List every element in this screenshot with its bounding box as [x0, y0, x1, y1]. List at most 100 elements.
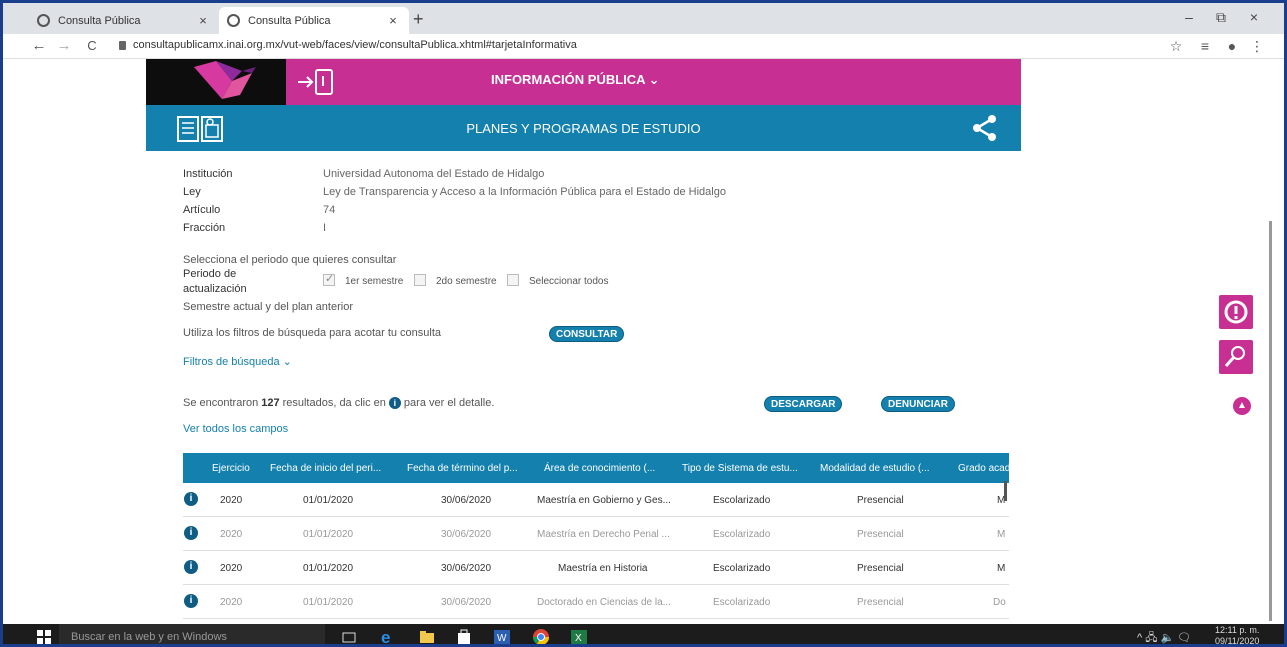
column-header[interactable]: Modalidad de estudio (... [820, 463, 930, 474]
tab-close-icon[interactable]: × [195, 13, 211, 28]
cell-inicio: 01/01/2020 [303, 597, 354, 608]
cell-modalidad: Presencial [857, 563, 904, 574]
period-note: Semestre actual y del plan anterior [183, 301, 353, 313]
view-all-fields-link[interactable]: Ver todos los campos [183, 423, 288, 435]
profile-icon[interactable]: ● [1223, 38, 1241, 54]
store-icon[interactable] [454, 627, 474, 647]
edge-icon[interactable]: e [378, 627, 398, 647]
institution-value: Universidad Autonoma del Estado de Hidal… [323, 168, 545, 180]
section-header: PLANES Y PROGRAMAS DE ESTUDIO [146, 105, 1021, 151]
chrome-icon[interactable] [531, 627, 551, 647]
column-header[interactable]: Fecha de término del p... [407, 463, 518, 474]
windows-taskbar: Buscar en la web y en Windows e W X ^ 🖧 … [3, 624, 1284, 647]
cell-inicio: 01/01/2020 [303, 563, 354, 574]
cell-ejercicio: 2020 [220, 597, 243, 608]
results-count: 127 [261, 397, 280, 409]
cell-modalidad: Presencial [857, 495, 904, 506]
alert-button[interactable] [1219, 295, 1253, 329]
browser-tab-strip: Consulta Pública × Consulta Pública × + … [3, 3, 1284, 34]
scroll-up-button[interactable]: ▲ [1233, 397, 1251, 415]
article-value: 74 [323, 204, 336, 216]
fraction-value: I [323, 222, 327, 234]
reload-button[interactable]: C [83, 38, 101, 53]
table-row[interactable]: i 2020 01/01/2020 30/06/2020 Maestría en… [183, 517, 1009, 551]
column-header[interactable]: Tipo de Sistema de estu... [682, 463, 798, 474]
consult-button[interactable]: CONSULTAR [549, 326, 625, 342]
window-close-button[interactable]: × [1244, 9, 1264, 25]
table-scrollbar[interactable] [1004, 481, 1007, 501]
table-row[interactable]: i 2020 01/01/2020 30/06/2020 Maestría en… [183, 483, 1009, 517]
results-summary: Se encontraron 127 resultados, da clic e… [183, 397, 494, 409]
cell-grado: Do [993, 597, 1006, 608]
page-title: PLANES Y PROGRAMAS DE ESTUDIO [466, 121, 701, 136]
browser-menu-icon[interactable]: ⋮ [1248, 38, 1266, 55]
lock-icon [119, 41, 126, 50]
share-icon[interactable] [971, 114, 999, 142]
back-button[interactable]: ← [30, 37, 48, 54]
filter-hint: Utiliza los filtros de búsqueda para aco… [183, 327, 442, 339]
row-detail-icon[interactable]: i [184, 560, 198, 574]
row-detail-icon[interactable]: i [184, 492, 198, 506]
info-publica-menu[interactable]: INFORMACIÓN PÚBLICA ⌄ [491, 72, 660, 88]
law-label: Ley [183, 186, 201, 198]
alert-icon [1224, 300, 1248, 324]
task-view-icon[interactable] [339, 627, 359, 647]
column-header[interactable]: Fecha de inicio del peri... [270, 463, 381, 474]
word-icon[interactable]: W [492, 627, 512, 647]
select-all-checkbox[interactable] [507, 274, 519, 286]
url-field[interactable]: consultapublicamx.inai.org.mx/vut-web/fa… [133, 39, 577, 51]
taskbar-clock[interactable]: 12:11 p. m. 09/11/2020 [1215, 625, 1259, 644]
column-header[interactable]: Ejercicio [212, 463, 250, 474]
cell-area: Maestría en Gobierno y Ges... [537, 495, 671, 506]
cell-ejercicio: 2020 [220, 529, 243, 540]
column-header[interactable]: Área de conocimiento (... [544, 463, 655, 474]
table-row[interactable]: i 2020 01/01/2020 30/06/2020 Doctorado e… [183, 585, 1009, 619]
site-logo[interactable] [146, 59, 286, 105]
row-detail-icon[interactable]: i [184, 594, 198, 608]
tab-close-icon[interactable]: × [385, 13, 401, 28]
first-semester-checkbox[interactable] [323, 272, 335, 286]
cell-sistema: Escolarizado [713, 495, 771, 506]
cell-inicio: 01/01/2020 [303, 495, 354, 506]
table-row[interactable]: i 2020 01/01/2020 30/06/2020 Maestría en… [183, 551, 1009, 585]
second-semester-checkbox[interactable] [414, 274, 426, 286]
second-semester-label: 2do semestre [436, 276, 497, 287]
cell-area: Maestría en Derecho Penal ... [537, 529, 670, 540]
cell-ejercicio: 2020 [220, 495, 243, 506]
cell-modalidad: Presencial [857, 529, 904, 540]
results-suffix: resultados, da clic en [282, 397, 386, 409]
download-button[interactable]: DESCARGAR [764, 396, 843, 412]
info-icon: i [388, 397, 401, 409]
row-detail-icon[interactable]: i [184, 526, 198, 540]
minimize-button[interactable]: – [1179, 9, 1199, 25]
report-button[interactable]: DENUNCIAR [881, 396, 955, 412]
restore-button[interactable]: ⧉ [1211, 9, 1231, 26]
file-explorer-icon[interactable] [417, 627, 437, 647]
browser-address-bar: ← → C consultapublicamx.inai.org.mx/vut-… [3, 34, 1284, 59]
excel-icon[interactable]: X [569, 627, 589, 647]
search-filters-toggle[interactable]: Filtros de búsqueda ⌄ [183, 355, 292, 368]
cell-termino: 30/06/2020 [441, 597, 492, 608]
new-tab-button[interactable]: + [413, 9, 424, 30]
browser-tab-active[interactable]: Consulta Pública × [219, 7, 409, 34]
reading-list-icon[interactable]: ≡ [1196, 38, 1214, 54]
site-header: INFORMACIÓN PÚBLICA ⌄ [146, 59, 1021, 105]
tools-button[interactable] [1219, 340, 1253, 374]
bookmark-star-icon[interactable]: ☆ [1167, 38, 1185, 55]
law-value: Ley de Transparencia y Acceso a la Infor… [323, 186, 726, 198]
logo-mark [194, 61, 256, 99]
cell-termino: 30/06/2020 [441, 495, 492, 506]
page-scrollbar[interactable] [1269, 221, 1272, 621]
column-header[interactable]: Grado acad [958, 463, 1010, 474]
exit-icon[interactable] [296, 67, 336, 97]
cell-modalidad: Presencial [857, 597, 904, 608]
svg-text:X: X [575, 633, 582, 644]
globe-icon [37, 14, 50, 27]
browser-tab[interactable]: Consulta Pública × [29, 7, 219, 34]
fraction-label: Fracción [183, 222, 226, 234]
system-tray[interactable]: ^ 🖧 🔈 🗨 [1137, 629, 1191, 644]
taskbar-search-input[interactable]: Buscar en la web y en Windows [59, 624, 325, 644]
windows-start-icon[interactable] [37, 630, 51, 644]
forward-button[interactable]: → [55, 37, 73, 54]
cell-grado: M [997, 529, 1006, 540]
